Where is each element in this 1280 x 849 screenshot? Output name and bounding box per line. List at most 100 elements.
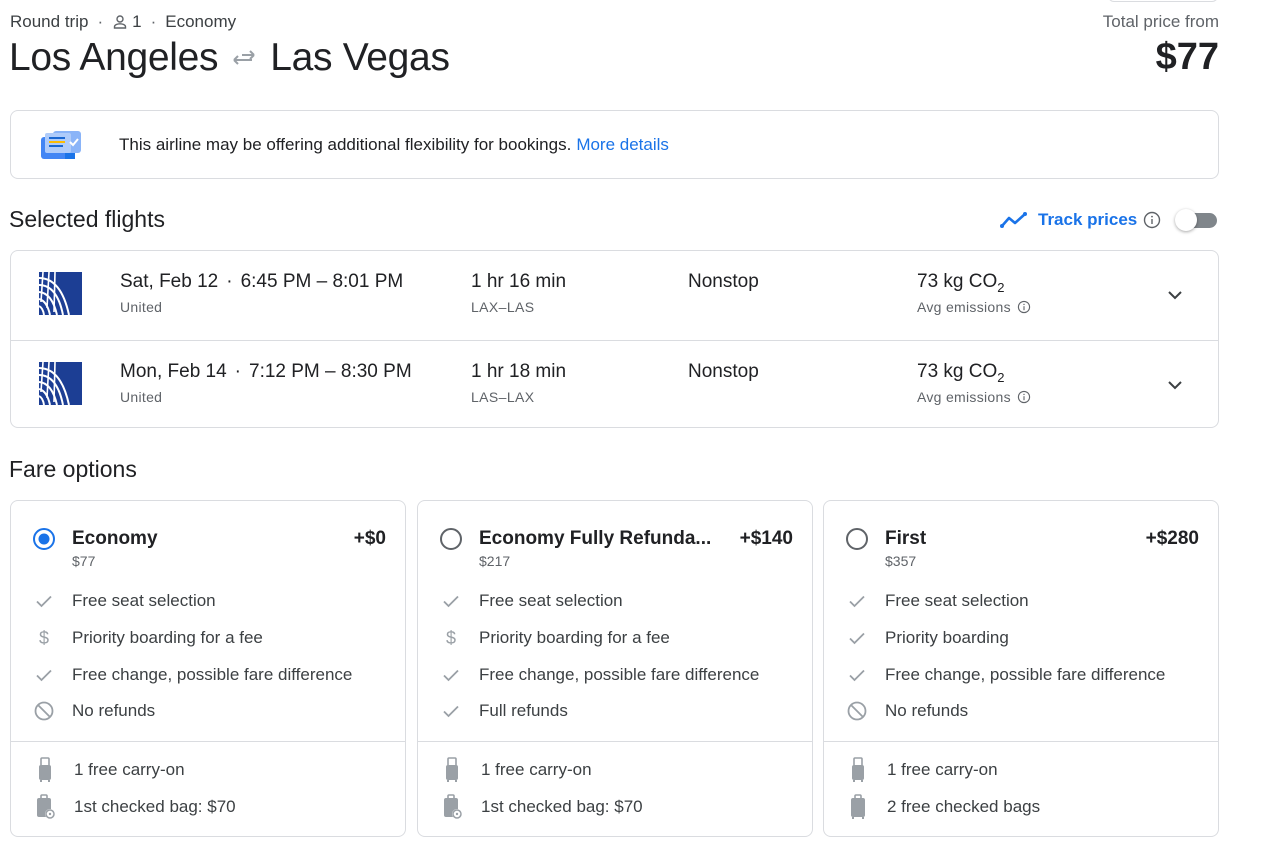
- fare-header: Economy $77 +$0: [11, 501, 405, 583]
- divider: [418, 741, 812, 742]
- more-details-link[interactable]: More details: [576, 135, 669, 155]
- fare-card-0[interactable]: Economy $77 +$0 Free seat selection $ Pr…: [10, 500, 406, 837]
- destination-city: Las Vegas: [270, 36, 450, 79]
- fare-feature-text: Free change, possible fare difference: [72, 664, 353, 684]
- radio-unselected[interactable]: [439, 527, 463, 551]
- swap-arrows-icon: [233, 50, 255, 65]
- fare-feature-text: Free seat selection: [479, 591, 623, 611]
- fare-name: Economy Fully Refunda...: [479, 528, 712, 549]
- route-title: Los Angeles Las Vegas: [9, 36, 450, 80]
- united-logo-icon: [39, 272, 82, 315]
- airline-name: United: [120, 389, 163, 405]
- co2-value: 73 kg CO: [917, 271, 998, 292]
- flight-schedule: Sat, Feb 12 · 6:45 PM – 8:01 PM: [120, 271, 403, 293]
- airline-name: United: [120, 299, 163, 315]
- trip-summary: Round trip · 1 · Economy: [10, 12, 236, 32]
- flight-duration: 1 hr 18 min: [471, 361, 567, 382]
- baggage-item: 1 free carry-on: [824, 751, 1218, 788]
- fare-feature: Free change, possible fare difference: [418, 656, 812, 693]
- baggage-item: 2 free checked bags: [824, 788, 1218, 825]
- emissions-text: Avg emissions: [917, 299, 1011, 315]
- flight-stops: Nonstop: [688, 361, 759, 382]
- separator-dot: ·: [97, 12, 104, 31]
- fare-feature: No refunds: [824, 693, 1218, 730]
- info-icon[interactable]: [1143, 211, 1161, 229]
- divider: [11, 741, 405, 742]
- flight-stops: Nonstop: [688, 271, 759, 292]
- baggage-text: 1st checked bag: $70: [481, 796, 643, 816]
- checked-bag-fee-icon: [37, 793, 55, 819]
- trip-type: Round trip: [10, 12, 89, 31]
- dollar-icon: $: [39, 628, 49, 648]
- chevron-down-icon[interactable]: [1163, 373, 1187, 397]
- svg-text:$: $: [39, 628, 49, 648]
- svg-text:$: $: [446, 628, 456, 648]
- chevron-down-icon[interactable]: [1163, 283, 1187, 307]
- flight-date: Mon, Feb 14: [120, 361, 227, 382]
- united-logo-icon: [39, 362, 82, 405]
- fare-feature-text: Free seat selection: [885, 591, 1029, 611]
- fare-feature-text: Full refunds: [479, 701, 568, 721]
- fare-feature-text: Priority boarding for a fee: [72, 628, 263, 648]
- info-icon[interactable]: [1017, 390, 1031, 404]
- baggage-text: 1 free carry-on: [887, 759, 998, 779]
- top-tab-edge: [1108, 0, 1218, 2]
- separator-dot: ·: [150, 12, 157, 31]
- baggage-text: 1 free carry-on: [481, 759, 592, 779]
- baggage-item: 1st checked bag: $70: [418, 788, 812, 825]
- flight-row[interactable]: Mon, Feb 14 · 7:12 PM – 8:30 PM United 1 h…: [11, 340, 1218, 429]
- flight-times: 7:12 PM – 8:30 PM: [249, 361, 412, 382]
- fare-header: Economy Fully Refunda... $217 +$140: [418, 501, 812, 583]
- carry-on-bag-icon: [39, 756, 51, 782]
- fare-card-2[interactable]: First $357 +$280 Free seat selection Pri…: [823, 500, 1219, 837]
- check-icon: [443, 596, 459, 608]
- total-price-label: Total price from: [1102, 12, 1219, 31]
- fare-feature-text: No refunds: [72, 701, 156, 721]
- total-price: $77: [1155, 36, 1219, 78]
- info-icon[interactable]: [1017, 300, 1031, 314]
- check-icon: [36, 669, 52, 681]
- baggage-list: 1 free carry-on 1st checked bag: $70: [418, 751, 812, 825]
- flight-route: LAS–LAX: [471, 389, 535, 405]
- emissions-text: Avg emissions: [917, 389, 1011, 405]
- selected-flights-heading: Selected flights: [9, 206, 165, 232]
- block-icon: [34, 702, 54, 721]
- check-icon: [849, 632, 865, 645]
- baggage-text: 2 free checked bags: [887, 796, 1041, 816]
- fare-feature-text: Priority boarding: [885, 628, 1009, 648]
- baggage-item: 1 free carry-on: [11, 751, 405, 788]
- baggage-text: 1 free carry-on: [74, 759, 185, 779]
- trending-icon: [1000, 212, 1027, 228]
- check-icon: [849, 669, 865, 681]
- fare-card-1[interactable]: Economy Fully Refunda... $217 +$140 Free…: [417, 500, 813, 837]
- fare-feature: No refunds: [11, 693, 405, 730]
- flight-date: Sat, Feb 12: [120, 271, 219, 292]
- checked-bag-fee-icon: [444, 793, 462, 819]
- co2-subscript: 2: [997, 369, 1005, 385]
- track-prices-label[interactable]: Track prices: [1038, 210, 1137, 230]
- origin-city: Los Angeles: [9, 36, 219, 79]
- fare-price: $77: [72, 553, 96, 569]
- dollar-icon: $: [446, 628, 456, 648]
- radio-unselected[interactable]: [845, 527, 869, 551]
- flight-row[interactable]: Sat, Feb 12 · 6:45 PM – 8:01 PM United 1 h…: [11, 251, 1218, 340]
- carry-on-bag-icon: [446, 756, 458, 782]
- check-icon: [849, 596, 865, 608]
- baggage-item: 1 free carry-on: [418, 751, 812, 788]
- fare-options-heading: Fare options: [9, 456, 137, 482]
- fare-feature: $ Priority boarding for a fee: [11, 620, 405, 657]
- baggage-text: 1st checked bag: $70: [74, 796, 236, 816]
- flight-duration: 1 hr 16 min: [471, 271, 567, 292]
- co2-emissions: 73 kg CO2: [917, 271, 1005, 295]
- radio-selected[interactable]: [32, 527, 56, 551]
- carry-on-bag-icon: [852, 756, 864, 782]
- fare-feature-text: No refunds: [885, 701, 969, 721]
- fare-feature: Full refunds: [418, 693, 812, 730]
- check-icon: [36, 596, 52, 608]
- check-icon: [443, 669, 459, 681]
- notice-text: This airline may be offering additional …: [119, 134, 572, 154]
- booking-flexibility-icon: [41, 130, 81, 159]
- divider: [824, 741, 1218, 742]
- track-prices-toggle[interactable]: [1175, 208, 1219, 232]
- fare-feature-text: Free seat selection: [72, 591, 216, 611]
